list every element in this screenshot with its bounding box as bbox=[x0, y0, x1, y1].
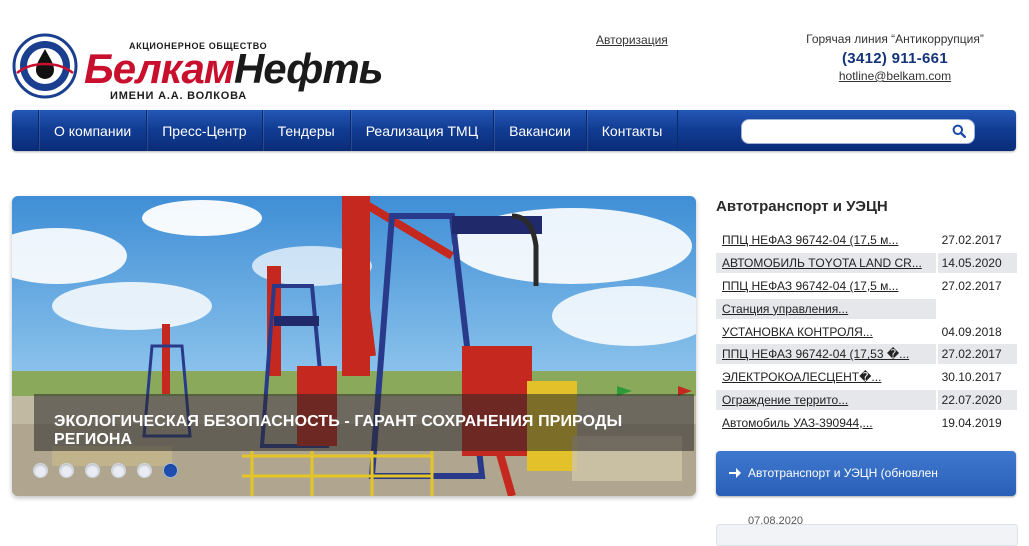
slide-caption-box: ЭКОЛОГИЧЕСКАЯ БЕЗОПАСНОСТЬ - ГАРАНТ СОХР… bbox=[34, 394, 694, 451]
main-nav: О компании Пресс-Центр Тендеры Реализаци… bbox=[12, 110, 1016, 151]
news-title-link[interactable]: АВТОМОБИЛЬ TOYOTA LAND CR... bbox=[716, 253, 936, 274]
slider-dot-active[interactable] bbox=[163, 463, 178, 478]
search-icon[interactable] bbox=[952, 124, 966, 138]
news-date bbox=[938, 299, 1017, 319]
news-title-link[interactable]: Станция управления... bbox=[716, 298, 936, 319]
news-date: 27.02.2017 bbox=[941, 278, 1002, 293]
table-row: Автомобиль УАЗ-390944,... 19.04.2019 bbox=[716, 411, 1017, 434]
vehicle-feed-button[interactable]: Автотранспорт и УЭЦН (обновлен bbox=[716, 451, 1016, 496]
news-title-link[interactable]: ППЦ НЕФАЗ 96742-04 (17,5 м... bbox=[716, 276, 936, 296]
nav-item-vacancies[interactable]: Вакансии bbox=[493, 110, 586, 151]
table-row: АВТОМОБИЛЬ TOYOTA LAND CR... 14.05.2020 bbox=[716, 252, 1017, 275]
news-date: 22.07.2020 bbox=[937, 389, 1017, 410]
news-date: 27.02.2017 bbox=[937, 344, 1017, 365]
slider-dot[interactable] bbox=[137, 463, 152, 478]
slider-dot[interactable] bbox=[59, 463, 74, 478]
brand-name: БелкамНефть bbox=[84, 44, 384, 94]
hero-slider[interactable]: ЭКОЛОГИЧЕСКАЯ БЕЗОПАСНОСТЬ - ГАРАНТ СОХР… bbox=[12, 196, 696, 496]
nav-item-about[interactable]: О компании bbox=[38, 110, 146, 151]
slide-caption: ЭКОЛОГИЧЕСКАЯ БЕЗОПАСНОСТЬ - ГАРАНТ СОХР… bbox=[54, 413, 623, 448]
table-row: Ограждение террито... 22.07.2020 bbox=[716, 389, 1017, 412]
vehicle-news-table: ППЦ НЕФАЗ 96742-04 (17,5 м... 27.02.2017… bbox=[716, 229, 1017, 434]
auth-link[interactable]: Авторизация bbox=[596, 33, 668, 47]
brand-name-part1: Белкам bbox=[84, 45, 235, 92]
slider-dot[interactable] bbox=[85, 463, 100, 478]
hotline-title: Горячая линия “Антикоррупция” bbox=[806, 32, 984, 46]
table-row: ЭЛЕКТРОКОАЛЕСЦЕНТ�... 30.10.2017 bbox=[716, 366, 1017, 389]
nav-item-tenders[interactable]: Тендеры bbox=[261, 110, 350, 151]
next-news-date: 07.08.2020 bbox=[748, 515, 804, 527]
nav-item-sales[interactable]: Реализация ТМЦ bbox=[349, 110, 493, 151]
news-title-link[interactable]: ЭЛЕКТРОКОАЛЕСЦЕНТ�... bbox=[716, 367, 936, 387]
table-row: ППЦ НЕФАЗ 96742-04 (17,5 м... 27.02.2017 bbox=[716, 275, 1017, 298]
hotline-block: Горячая линия “Антикоррупция” (3412) 911… bbox=[780, 32, 1010, 83]
news-date: 27.02.2017 bbox=[941, 233, 1002, 248]
oil-pumpjack-photo bbox=[12, 196, 696, 496]
slider-dot[interactable] bbox=[111, 463, 126, 478]
table-row: Станция управления... bbox=[716, 297, 1017, 320]
news-title-link[interactable]: УСТАНОВКА КОНТРОЛЯ... bbox=[716, 322, 936, 342]
news-title-link[interactable]: ППЦ НЕФАЗ 96742-04 (17,5 м... bbox=[716, 230, 936, 250]
news-date: 30.10.2017 bbox=[941, 370, 1002, 385]
news-title-link[interactable]: Автомобиль УАЗ-390944,... bbox=[716, 413, 936, 433]
slider-dots bbox=[33, 463, 189, 478]
news-date: 14.05.2020 bbox=[937, 253, 1017, 274]
search-input[interactable] bbox=[748, 122, 942, 141]
search-box bbox=[741, 119, 975, 144]
hotline-email-link[interactable]: hotline@belkam.com bbox=[780, 69, 1010, 83]
brand-subname: ИМЕНИ А.А. ВОЛКОВА bbox=[110, 90, 248, 102]
news-title-link[interactable]: ППЦ НЕФАЗ 96742-04 (17,53 �... bbox=[716, 344, 936, 365]
table-row: ППЦ НЕФАЗ 96742-04 (17,53 �... 27.02.201… bbox=[716, 343, 1017, 366]
news-title-link[interactable]: Ограждение террито... bbox=[716, 389, 936, 410]
slider-dot[interactable] bbox=[33, 463, 48, 478]
news-date: 19.04.2019 bbox=[941, 415, 1002, 430]
vehicle-feed-label: Автотранспорт и УЭЦН (обновлен bbox=[748, 466, 938, 480]
arrow-right-icon bbox=[729, 468, 741, 478]
company-logo[interactable]: АКЦИОНЕРНОЕ ОБЩЕСТВО БелкамНефть ИМЕНИ А… bbox=[12, 33, 384, 105]
nav-item-press[interactable]: Пресс-Центр bbox=[146, 110, 261, 151]
sidebar-title: Автотранспорт и УЭЦН bbox=[716, 198, 888, 215]
oil-drop-emblem-icon bbox=[12, 33, 78, 99]
hotline-phone[interactable]: (3412) 911-661 bbox=[780, 50, 1010, 67]
nav-item-contacts[interactable]: Контакты bbox=[585, 110, 679, 151]
table-row: ППЦ НЕФАЗ 96742-04 (17,5 м... 27.02.2017 bbox=[716, 229, 1017, 252]
news-date: 04.09.2018 bbox=[941, 324, 1002, 339]
table-row: УСТАНОВКА КОНТРОЛЯ... 04.09.2018 bbox=[716, 320, 1017, 343]
next-news-card[interactable] bbox=[716, 524, 1018, 546]
brand-name-part2: Нефть bbox=[233, 45, 384, 92]
